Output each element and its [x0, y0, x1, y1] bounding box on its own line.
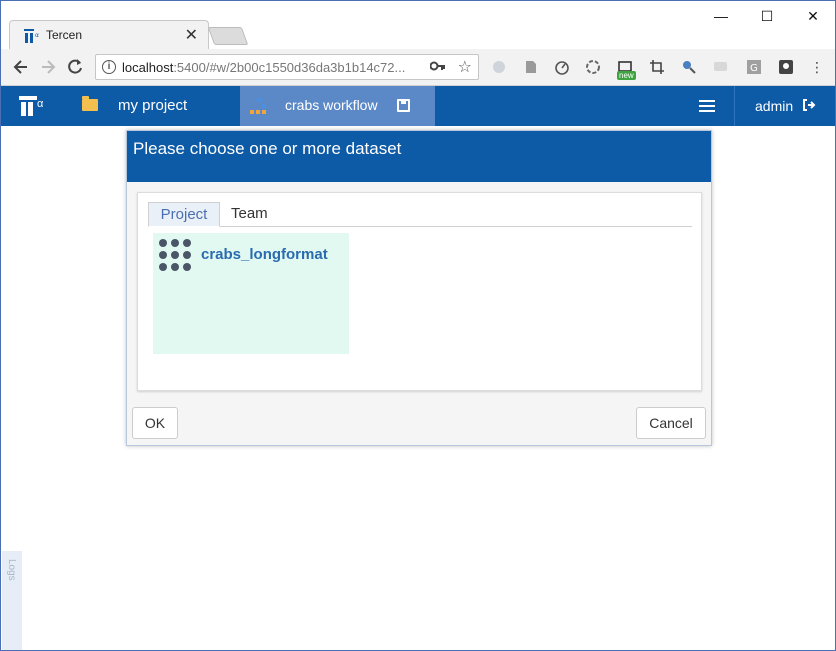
browser-tab-title: Tercen	[46, 28, 83, 42]
browser-titlebar: α Tercen ✕ — ☐ ✕	[1, 1, 835, 50]
folder-icon	[82, 96, 98, 111]
app-header: α my project crabs workflow admin	[1, 86, 835, 126]
speed-gauge-icon[interactable]	[554, 59, 570, 75]
cancel-button[interactable]: Cancel	[636, 407, 706, 439]
forward-icon[interactable]	[38, 57, 58, 77]
bulb-extension-icon[interactable]	[778, 59, 794, 75]
save-icon[interactable]	[397, 99, 410, 112]
info-icon[interactable]: i	[102, 60, 116, 74]
svg-text:G: G	[750, 63, 758, 74]
list-menu-icon[interactable]	[699, 100, 715, 112]
new-tab-button[interactable]	[207, 27, 249, 45]
dataset-grid-icon	[159, 239, 193, 273]
maximize-button[interactable]: ☐	[745, 5, 789, 27]
bookmark-star-icon[interactable]: ☆	[458, 57, 472, 77]
new-badge: new	[617, 71, 636, 80]
extension-puzzle-icon[interactable]	[491, 59, 507, 75]
search-extension-icon[interactable]	[681, 59, 697, 75]
tab-team[interactable]: Team	[231, 202, 291, 227]
dataset-name: crabs_longformat	[201, 246, 328, 263]
crop-extension-icon[interactable]	[649, 59, 665, 75]
url-text: localhost:5400/#w/2b00c1550d36da3b1b14c7…	[122, 60, 406, 75]
menu-kebab-icon[interactable]: ⋮	[809, 59, 825, 75]
ok-button[interactable]: OK	[132, 407, 178, 439]
dialog-body: Project Team crabs_longformat	[137, 192, 702, 391]
minimize-button[interactable]: —	[699, 5, 743, 27]
browser-toolbar: i localhost:5400/#w/2b00c1550d36da3b1b14…	[1, 49, 835, 86]
reload-icon[interactable]	[65, 57, 85, 77]
browser-tab-tercen[interactable]: α Tercen ✕	[9, 20, 209, 50]
dataset-item[interactable]: crabs_longformat	[153, 233, 349, 354]
pdf-extension-icon[interactable]	[523, 59, 539, 75]
speech-extension-icon[interactable]	[713, 59, 729, 75]
back-icon[interactable]	[11, 57, 31, 77]
user-menu[interactable]: admin	[755, 98, 793, 114]
dataset-tabs: Project Team	[148, 202, 692, 227]
g-extension-icon[interactable]: G	[746, 59, 762, 75]
browser-window: α Tercen ✕ — ☐ ✕ i localhost:5400/#w/2b0…	[0, 0, 836, 651]
logs-label: Logs	[6, 559, 17, 581]
svg-text:α: α	[35, 32, 39, 39]
tab-project[interactable]: Project	[148, 202, 220, 227]
header-divider	[734, 86, 735, 126]
key-icon[interactable]	[430, 59, 446, 73]
sync-extension-icon[interactable]	[585, 59, 601, 75]
tab-close-icon[interactable]: ✕	[185, 25, 198, 45]
tercen-logo[interactable]: α	[19, 96, 47, 118]
address-bar[interactable]: i localhost:5400/#w/2b00c1550d36da3b1b14…	[95, 54, 479, 80]
workflow-icon	[250, 98, 268, 114]
workflow-label: crabs workflow	[285, 97, 378, 113]
dialog-header: Please choose one or more dataset	[127, 131, 711, 182]
dataset-dialog: Please choose one or more dataset Projec…	[126, 130, 712, 446]
close-window-button[interactable]: ✕	[791, 5, 835, 27]
logs-side-handle[interactable]: Logs	[2, 551, 22, 650]
tercen-favicon-icon: α	[24, 29, 39, 43]
logout-icon[interactable]	[802, 98, 816, 112]
project-link[interactable]: my project	[118, 97, 187, 114]
dialog-title: Please choose one or more dataset	[133, 139, 402, 158]
workflow-tab[interactable]: crabs workflow	[240, 86, 435, 126]
